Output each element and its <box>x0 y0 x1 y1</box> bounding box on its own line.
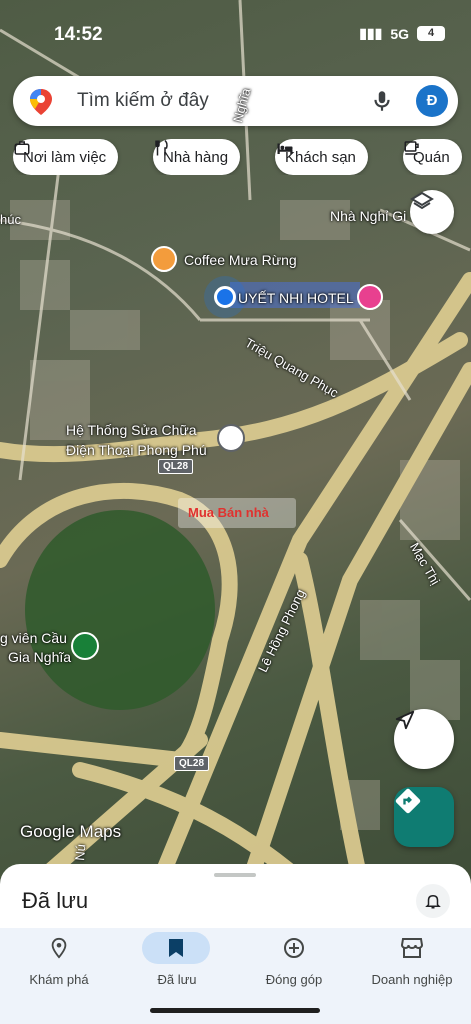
layers-icon <box>410 191 434 210</box>
place-park-line1[interactable]: g viên Cầu <box>0 630 67 646</box>
network-type: 5G <box>390 25 409 42</box>
coffee-icon <box>404 141 419 155</box>
place-nha-nghi[interactable]: Nhà Nghỉ Gi <box>330 208 406 224</box>
coffee-pin-icon[interactable] <box>151 246 177 272</box>
nav-label: Đóng góp <box>265 972 323 987</box>
nav-label: Đã lưu <box>157 972 197 987</box>
signal-icon: ▮▮▮ <box>359 25 383 41</box>
road-nu: Nú <box>72 843 89 862</box>
sheet-title: Đã lưu <box>22 888 89 913</box>
chip-label: Nơi làm việc <box>23 148 107 166</box>
bottom-navigation: Khám phá Đã lưu Đóng góp Doanh nghiệp <box>0 928 471 1024</box>
chip-cafe[interactable]: Quán <box>403 139 462 175</box>
place-hotel[interactable]: UYẾT NHI HOTEL <box>238 290 354 306</box>
fork-knife-icon <box>155 139 168 156</box>
sheet-drag-handle[interactable] <box>214 873 256 877</box>
status-bar: 14:52 ▮▮▮ 5G 4 <box>0 0 471 64</box>
google-maps-attribution: Google Maps <box>20 822 122 841</box>
place-repair-line2[interactable]: Điện Thoại Phong Phú <box>66 442 207 458</box>
status-time: 14:52 <box>54 24 103 45</box>
chip-restaurant[interactable]: Nhà hàng <box>153 139 241 175</box>
chip-hotel[interactable]: Khách sạn <box>275 139 368 175</box>
chip-label: Khách sạn <box>285 148 356 166</box>
directions-button[interactable] <box>394 787 454 847</box>
place-park-line2[interactable]: Gia Nghĩa <box>8 649 71 665</box>
highway-shield-top: QL28 <box>158 459 194 474</box>
road-huc: húc <box>0 212 21 227</box>
navigation-arrow-icon <box>395 710 415 730</box>
nav-label: Doanh nghiệp <box>371 972 453 987</box>
bookmark-icon <box>142 932 210 964</box>
location-pin-icon[interactable] <box>217 424 245 452</box>
highway-shield-bottom: QL28 <box>174 756 210 771</box>
place-coffee-mua-rung[interactable]: Coffee Mưa Rừng <box>184 252 297 268</box>
directions-icon <box>395 788 421 814</box>
hotel-pin-icon[interactable] <box>357 284 383 310</box>
nav-business[interactable]: Doanh nghiệp <box>353 928 471 998</box>
bed-icon <box>277 143 293 154</box>
storefront-icon <box>386 932 438 964</box>
park-pin-icon[interactable] <box>71 632 99 660</box>
status-indicators: ▮▮▮ 5G 4 <box>359 25 445 42</box>
battery-icon: 4 <box>417 26 445 41</box>
home-indicator <box>150 1008 320 1013</box>
my-location-dot <box>214 286 236 308</box>
bell-icon <box>425 894 441 909</box>
nav-contribute[interactable]: Đóng góp <box>235 928 353 998</box>
chip-workplace[interactable]: Nơi làm việc <box>13 139 119 175</box>
watermark: Mua Bán nhà <box>178 498 296 528</box>
nav-saved[interactable]: Đã lưu <box>0 928 210 998</box>
search-input[interactable]: Tìm kiếm ở đây <box>77 90 209 112</box>
my-location-button[interactable] <box>394 709 454 769</box>
category-chips: Nơi làm việc Nhà hàng Khách sạn Quán <box>13 139 471 175</box>
satellite-map[interactable]: 14:52 ▮▮▮ 5G 4 Tìm kiếm ở đây Đ Nơi làm … <box>0 0 471 880</box>
map-layers-button[interactable] <box>410 190 454 234</box>
chip-label: Nhà hàng <box>163 148 229 166</box>
briefcase-icon <box>14 141 30 155</box>
add-circle-icon <box>268 932 320 964</box>
account-avatar[interactable]: Đ <box>416 85 448 117</box>
notifications-button[interactable] <box>416 884 450 918</box>
place-repair-line1[interactable]: Hệ Thống Sửa Chữa <box>66 422 197 438</box>
